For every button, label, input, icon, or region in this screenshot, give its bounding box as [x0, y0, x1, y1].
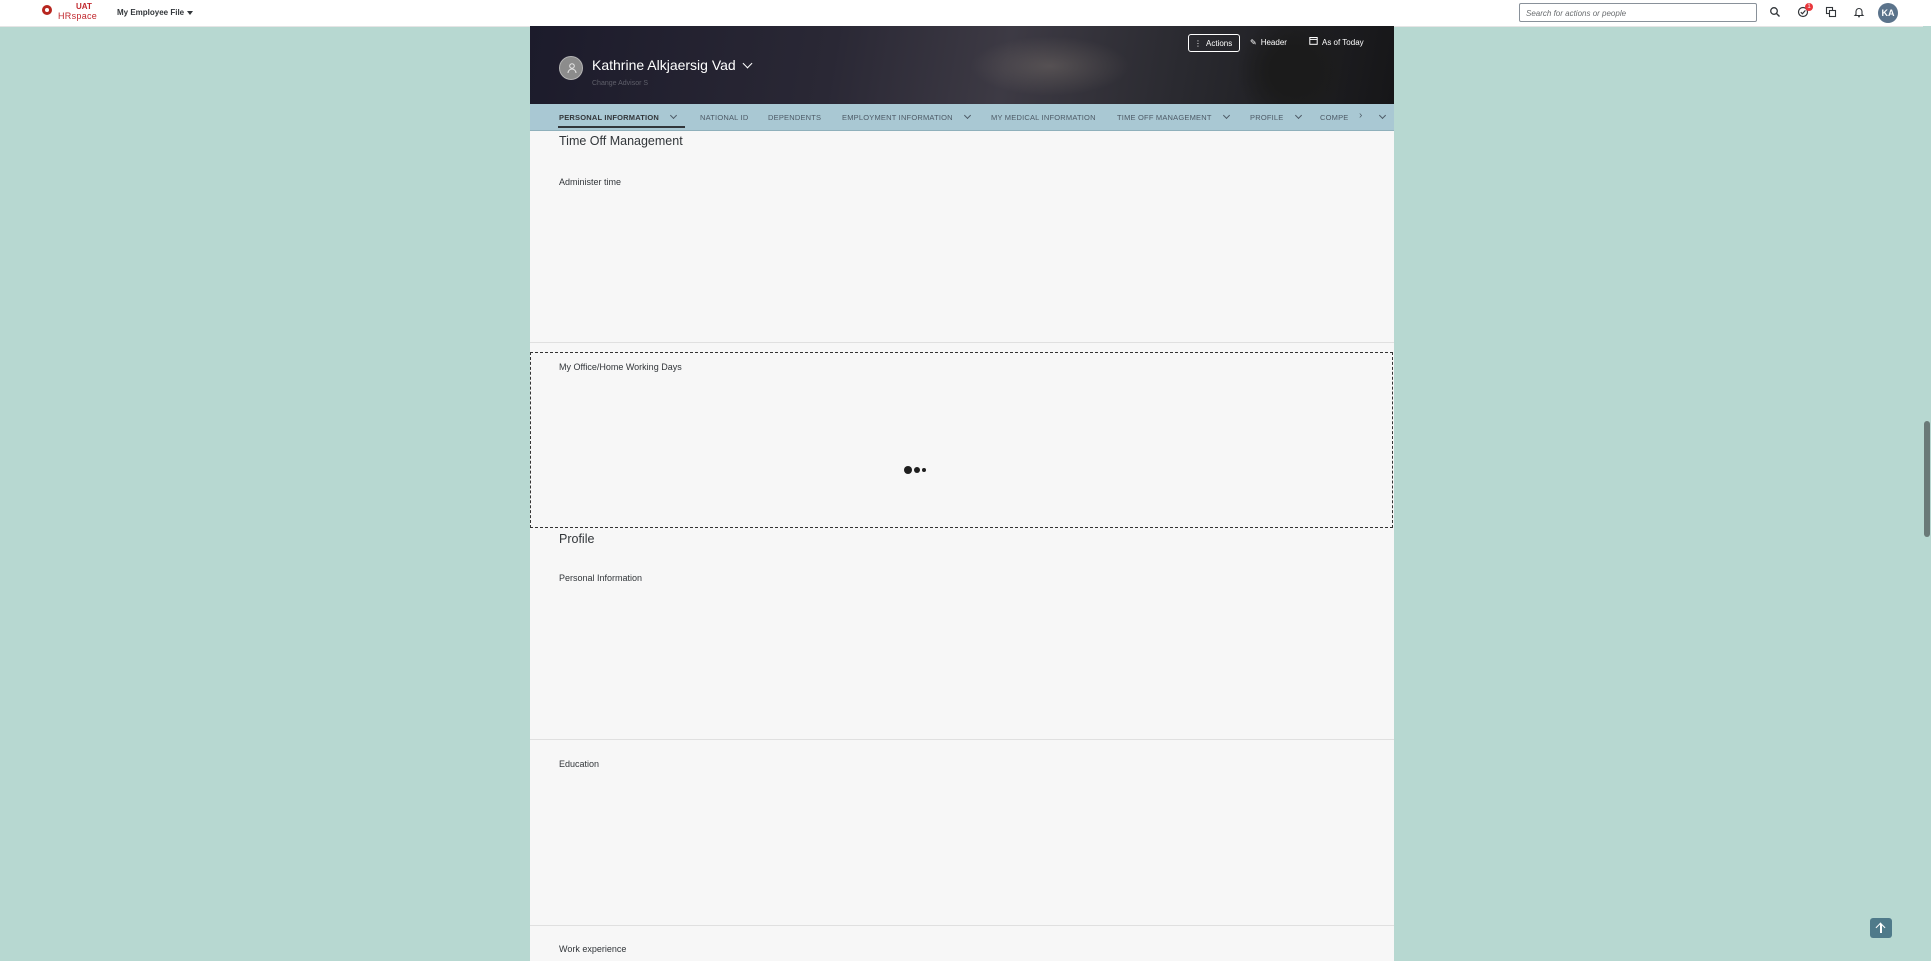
actions-label: Actions: [1206, 39, 1233, 48]
search-icon[interactable]: [1769, 5, 1785, 21]
busy-indicator: [904, 461, 928, 479]
logo-globe-icon: [42, 5, 52, 15]
tab-profile[interactable]: PROFILE: [1250, 111, 1302, 122]
app-title-menu[interactable]: My Employee File: [117, 8, 194, 17]
tab-label: PROFILE: [1250, 113, 1284, 122]
caret-down-icon: [187, 10, 194, 15]
todo-badge: 1: [1805, 3, 1813, 11]
as-of-today-label: As of Today: [1322, 38, 1364, 47]
vertical-ellipsis-icon: ⋮: [1194, 39, 1202, 48]
shell-bar: UAT HRspace My Employee File Search for …: [0, 0, 1931, 27]
chevron-down-icon: [1294, 111, 1302, 120]
chevron-down-icon: [964, 111, 972, 120]
busy-dot: [922, 467, 926, 472]
chevron-right-icon[interactable]: ›: [1359, 110, 1363, 121]
tab-label: COMPE: [1320, 113, 1349, 122]
header-label: Header: [1260, 38, 1287, 47]
subsection-office-home-days: My Office/Home Working Days: [559, 362, 682, 372]
section-title-profile: Profile: [559, 532, 595, 546]
logo-uat: UAT: [76, 2, 92, 11]
user-avatar[interactable]: KA: [1878, 3, 1898, 23]
employee-job-title: Change Advisor S: [592, 80, 649, 87]
tab-label: EMPLOYMENT INFORMATION: [842, 113, 953, 122]
header-button[interactable]: ✎ Header: [1245, 34, 1292, 52]
tab-dependents[interactable]: DEPENDENTS: [768, 113, 821, 122]
chevron-down-icon: [1222, 111, 1230, 120]
company-logo[interactable]: UAT HRspace: [38, 2, 98, 23]
tab-compensation-truncated[interactable]: COMPE: [1320, 113, 1350, 122]
employee-name-menu[interactable]: Kathrine Alkjaersig Vad: [592, 57, 753, 73]
employee-name: Kathrine Alkjaersig Vad: [592, 57, 736, 73]
tab-label: TIME OFF MANAGEMENT: [1117, 113, 1212, 122]
subsection-personal-information: Personal Information: [559, 573, 643, 583]
section-tab-bar: PERSONAL INFORMATION NATIONAL ID DEPENDE…: [530, 104, 1394, 131]
employee-file-card: Kathrine Alkjaersig Vad Change Advisor S…: [530, 26, 1394, 961]
chevron-down-icon: [670, 111, 678, 120]
profile-header: Kathrine Alkjaersig Vad Change Advisor S…: [530, 26, 1394, 104]
tab-time-off-management[interactable]: TIME OFF MANAGEMENT: [1117, 111, 1230, 122]
busy-dot: [914, 466, 920, 473]
active-tab-indicator: [558, 126, 685, 128]
header-background-glow: [970, 36, 1130, 96]
tab-employment-information[interactable]: EMPLOYMENT INFORMATION: [842, 111, 972, 122]
divider: [530, 925, 1394, 926]
app-title-label: My Employee File: [117, 8, 185, 17]
section-title-time-off: Time Off Management: [559, 134, 683, 148]
tab-label: NATIONAL ID: [700, 113, 749, 122]
page-scrollbar-thumb[interactable]: [1924, 421, 1930, 537]
scroll-to-top-button[interactable]: [1870, 918, 1892, 938]
tab-label: DEPENDENTS: [768, 113, 822, 122]
pencil-icon: ✎: [1250, 38, 1257, 47]
calendar-icon: [1309, 34, 1318, 52]
tab-personal-information[interactable]: PERSONAL INFORMATION: [559, 111, 678, 122]
tab-label: PERSONAL INFORMATION: [559, 113, 659, 122]
tab-my-medical-information[interactable]: MY MEDICAL INFORMATION: [991, 113, 1096, 122]
as-of-today-button[interactable]: As of Today: [1304, 34, 1369, 52]
search-input[interactable]: Search for actions or people: [1519, 3, 1757, 22]
subsection-education: Education: [559, 759, 600, 769]
chevron-down-icon: [742, 58, 753, 69]
cross-navigation-icon[interactable]: [1825, 5, 1841, 21]
chevron-down-icon: [1378, 111, 1387, 120]
tab-label: MY MEDICAL INFORMATION: [991, 113, 1096, 122]
todo-icon[interactable]: 1: [1797, 3, 1813, 21]
busy-dot: [904, 465, 912, 474]
divider: [530, 739, 1394, 740]
actions-button[interactable]: ⋮ Actions: [1188, 34, 1240, 52]
subsection-work-experience: Work experience: [559, 944, 627, 954]
logo-brand: HRspace: [58, 11, 98, 21]
notification-bell-icon[interactable]: [1853, 5, 1869, 21]
tab-national-id[interactable]: NATIONAL ID: [700, 113, 748, 122]
office-home-days-block[interactable]: My Office/Home Working Days: [530, 352, 1393, 528]
employee-photo[interactable]: [559, 56, 583, 80]
subsection-administer-time: Administer time: [559, 177, 622, 187]
tab-overflow-menu[interactable]: [1378, 111, 1387, 122]
divider: [530, 342, 1394, 343]
